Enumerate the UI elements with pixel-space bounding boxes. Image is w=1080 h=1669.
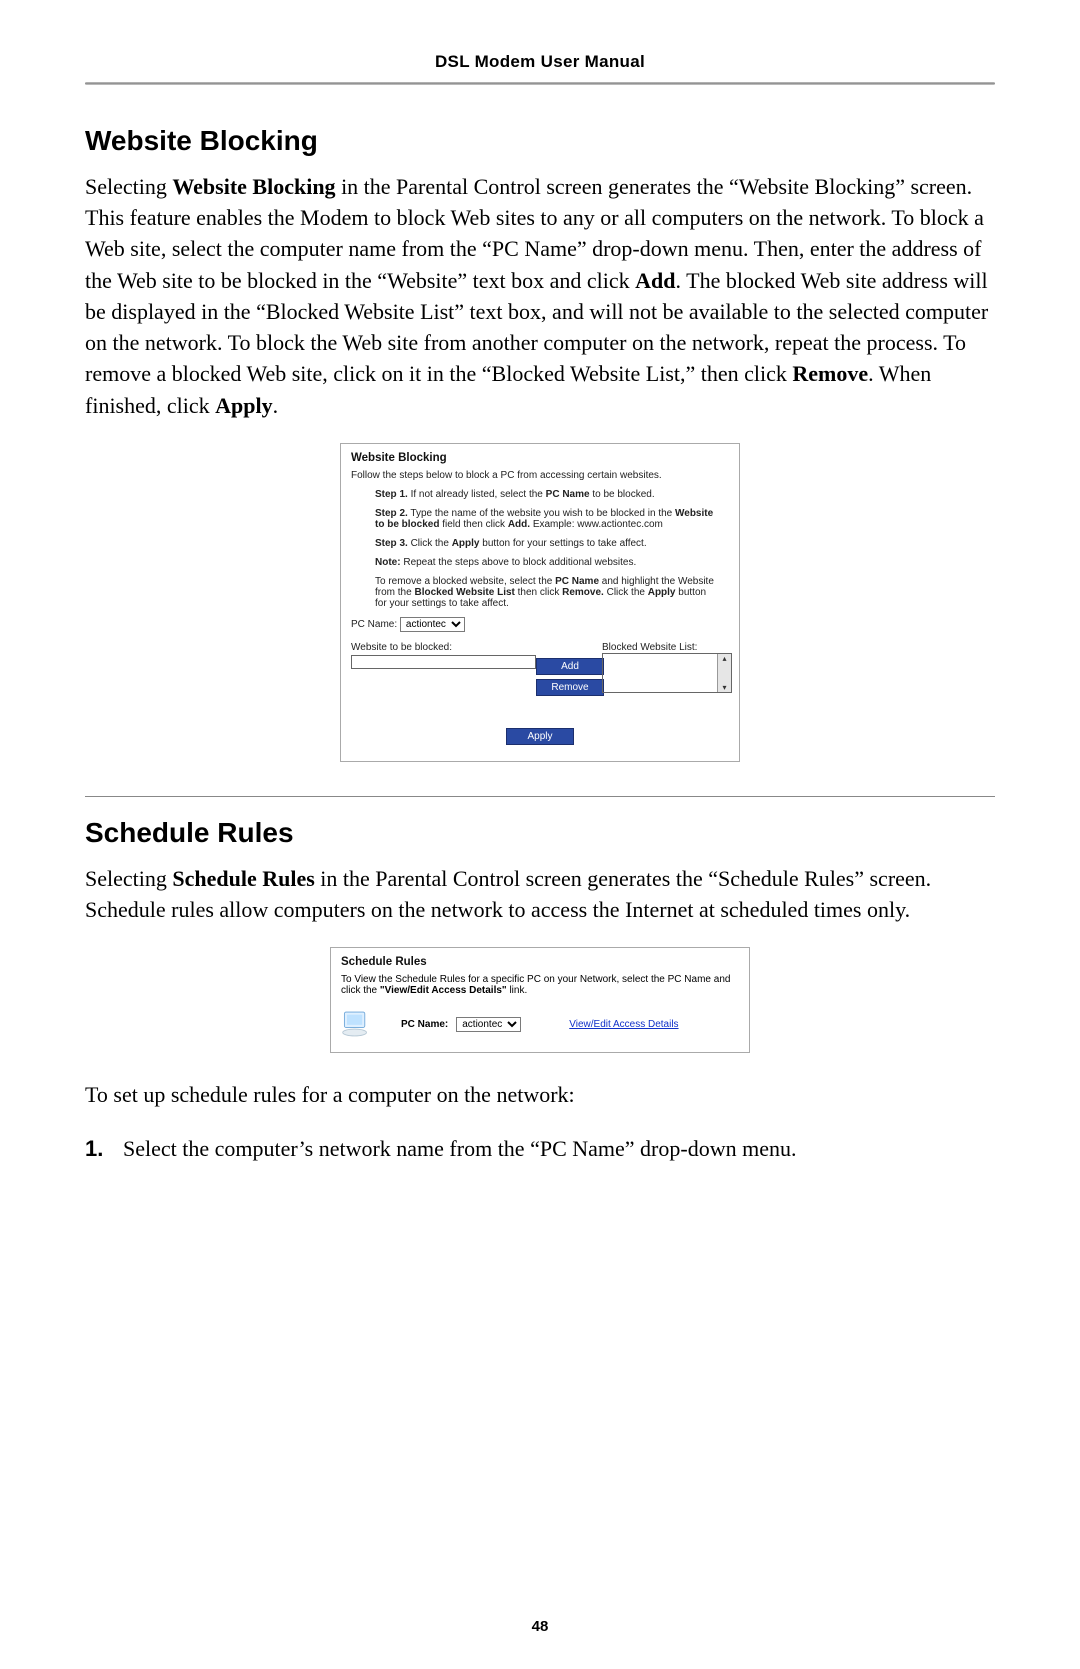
wb-website-input[interactable] [351, 655, 536, 669]
wb-website-label: Website to be blocked: [351, 642, 536, 653]
website-blocking-screenshot: Website Blocking Follow the steps below … [340, 443, 740, 762]
section-divider [85, 796, 995, 797]
section-body-schedule-rules: Selecting Schedule Rules in the Parental… [85, 863, 995, 925]
schedule-rules-screenshot: Schedule Rules To View the Schedule Rule… [330, 947, 750, 1053]
wb-pcname-select[interactable]: actiontec [400, 617, 465, 632]
wb-remove-note: To remove a blocked website, select the … [375, 576, 715, 609]
page-number: 48 [0, 1618, 1080, 1635]
wb-intro: Follow the steps below to block a PC fro… [351, 470, 729, 481]
wb-title: Website Blocking [351, 452, 729, 464]
sr-pcname-label: PC Name: [401, 1019, 448, 1030]
sr-intro: To View the Schedule Rules for a specifi… [341, 974, 731, 996]
computer-icon [341, 1010, 375, 1038]
wb-blocked-listbox[interactable]: ▴ ▾ [602, 653, 732, 693]
wb-add-button[interactable]: Add [536, 658, 604, 675]
page: DSL Modem User Manual Website Blocking S… [0, 0, 1080, 1669]
step-1: 1. Select the computer’s network name fr… [113, 1133, 995, 1164]
wb-note: Note: Repeat the steps above to block ad… [375, 557, 715, 568]
sr-view-edit-link[interactable]: View/Edit Access Details [569, 1019, 678, 1030]
sr-title: Schedule Rules [341, 956, 739, 968]
post-lead: To set up schedule rules for a computer … [85, 1079, 995, 1110]
scroll-up-icon[interactable]: ▴ [722, 654, 726, 663]
section-heading-website-blocking: Website Blocking [85, 125, 995, 157]
steps-list: 1. Select the computer’s network name fr… [85, 1133, 995, 1164]
wb-pcname-label: PC Name: [351, 619, 397, 630]
step-1-number: 1. [85, 1133, 103, 1164]
wb-step3: Step 3. Click the Apply button for your … [375, 538, 715, 549]
wb-step2: Step 2. Type the name of the website you… [375, 508, 715, 530]
wb-apply-button[interactable]: Apply [506, 728, 574, 745]
step-1-text: Select the computer’s network name from … [123, 1136, 796, 1161]
sr-pcname-select[interactable]: actiontec [456, 1017, 521, 1032]
wb-list-scrollbar[interactable]: ▴ ▾ [717, 654, 731, 692]
section-heading-schedule-rules: Schedule Rules [85, 817, 995, 849]
wb-step1: Step 1. If not already listed, select th… [375, 489, 715, 500]
scroll-down-icon[interactable]: ▾ [722, 683, 726, 692]
wb-remove-button[interactable]: Remove [536, 679, 604, 696]
wb-blockedlist-label: Blocked Website List: [602, 642, 732, 653]
header-rule [85, 82, 995, 85]
doc-header-title: DSL Modem User Manual [85, 52, 995, 72]
section-body-website-blocking: Selecting Website Blocking in the Parent… [85, 171, 995, 421]
